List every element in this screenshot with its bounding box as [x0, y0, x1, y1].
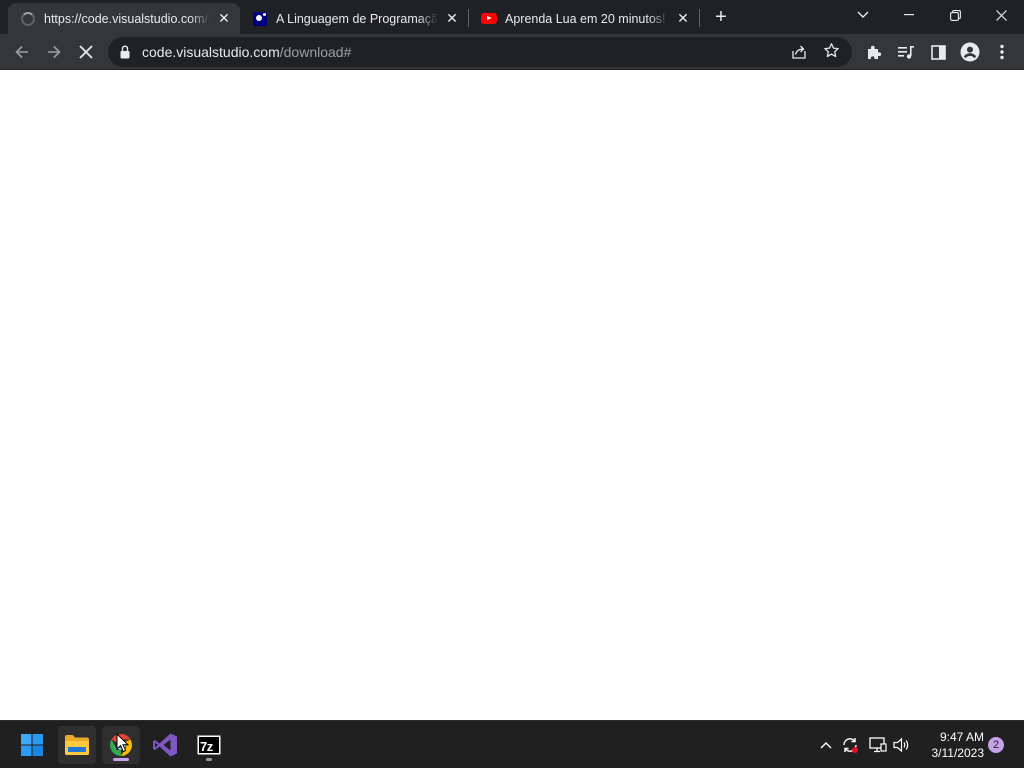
- close-tab-icon[interactable]: ✕: [444, 10, 460, 27]
- running-indicator: [206, 758, 212, 761]
- puzzle-piece-icon: [868, 45, 882, 59]
- taskbar-chrome[interactable]: [102, 726, 140, 764]
- url-text: code.visualstudio.com/download#: [142, 44, 351, 60]
- lock-icon: [120, 45, 130, 59]
- chevron-down-icon: [857, 11, 869, 18]
- show-hidden-icons-button[interactable]: [816, 735, 836, 755]
- more-vertical-icon: [1000, 44, 1004, 60]
- tab-separator: [699, 9, 700, 27]
- tab-search-button[interactable]: [848, 4, 878, 26]
- url-path: /download#: [279, 44, 352, 60]
- lua-logo-icon: [252, 11, 268, 27]
- tab-vscode-download[interactable]: https://code.visualstudio.com/download ✕: [8, 3, 240, 34]
- loading-spinner-icon: [20, 11, 36, 27]
- network-ethernet-icon: [869, 737, 887, 753]
- taskbar-file-explorer[interactable]: [58, 726, 96, 764]
- address-bar[interactable]: code.visualstudio.com/download#: [108, 37, 852, 67]
- volume-button[interactable]: [892, 735, 912, 755]
- speaker-volume-icon: [893, 737, 909, 753]
- close-window-button[interactable]: [986, 4, 1016, 26]
- browser-window: https://code.visualstudio.com/download ✕…: [0, 0, 1024, 720]
- windows-start-icon: [21, 734, 43, 756]
- tab-title: https://code.visualstudio.com/download: [44, 11, 210, 26]
- profile-button[interactable]: [958, 40, 982, 64]
- running-indicator: [113, 758, 129, 761]
- restore-icon: [949, 9, 961, 21]
- stop-icon: [79, 45, 93, 59]
- sync-status-button[interactable]: [840, 735, 860, 755]
- close-tab-icon[interactable]: ✕: [675, 10, 691, 27]
- youtube-icon: [481, 11, 497, 27]
- music-queue-icon: [898, 46, 914, 59]
- share-button[interactable]: [790, 43, 808, 61]
- tab-title: A Linguagem de Programação Lua: [276, 11, 438, 26]
- mouse-cursor-icon: [116, 733, 130, 753]
- tab-strip: https://code.visualstudio.com/download ✕…: [0, 0, 1024, 34]
- tab-title: Aprenda Lua em 20 minutos! - YouTube: [505, 11, 669, 26]
- system-clock[interactable]: 9:47 AM 3/11/2023: [918, 729, 985, 761]
- share-icon: [792, 45, 806, 59]
- 7zip-label: 7z: [200, 739, 213, 754]
- chrome-menu-button[interactable]: [990, 40, 1014, 64]
- sync-icon: [843, 738, 858, 753]
- back-button[interactable]: [10, 40, 34, 64]
- side-panel-button[interactable]: [926, 40, 950, 64]
- tab-lua-language[interactable]: A Linguagem de Programação Lua ✕: [240, 3, 468, 34]
- close-tab-icon[interactable]: ✕: [216, 10, 232, 27]
- star-icon: [823, 43, 839, 58]
- browser-toolbar: code.visualstudio.com/download#: [0, 34, 1024, 70]
- extensions-button[interactable]: [862, 40, 886, 64]
- new-tab-button[interactable]: +: [710, 7, 732, 29]
- bookmark-star-button[interactable]: [822, 42, 840, 60]
- network-button[interactable]: [868, 735, 888, 755]
- media-controls-button[interactable]: [894, 40, 918, 64]
- close-icon: [995, 9, 1007, 21]
- arrow-left-icon: [15, 45, 28, 59]
- clock-time: 9:47 AM: [939, 730, 984, 744]
- arrow-right-icon: [48, 45, 61, 59]
- url-host: code.visualstudio.com: [142, 44, 280, 60]
- profile-avatar-icon: [960, 42, 980, 62]
- page-viewport[interactable]: [0, 70, 1024, 720]
- side-panel-icon: [930, 44, 946, 60]
- chevron-up-icon: [820, 742, 832, 749]
- tab-youtube-lua[interactable]: Aprenda Lua em 20 minutos! - YouTube ✕: [469, 3, 699, 34]
- clock-date: 3/11/2023: [931, 746, 985, 760]
- taskbar: 7z 9:47 AM 3/11/2023 2: [0, 720, 1024, 768]
- start-button[interactable]: [13, 726, 51, 764]
- stop-loading-button[interactable]: [74, 40, 98, 64]
- forward-button[interactable]: [42, 40, 66, 64]
- file-explorer-icon: [65, 735, 89, 755]
- minimize-icon: [904, 14, 914, 16]
- taskbar-visual-studio[interactable]: [146, 726, 184, 764]
- visual-studio-icon: [153, 733, 177, 757]
- taskbar-7zip[interactable]: 7z: [190, 726, 228, 764]
- notification-badge[interactable]: 2: [988, 737, 1004, 753]
- minimize-button[interactable]: [894, 4, 924, 26]
- restore-button[interactable]: [940, 4, 970, 26]
